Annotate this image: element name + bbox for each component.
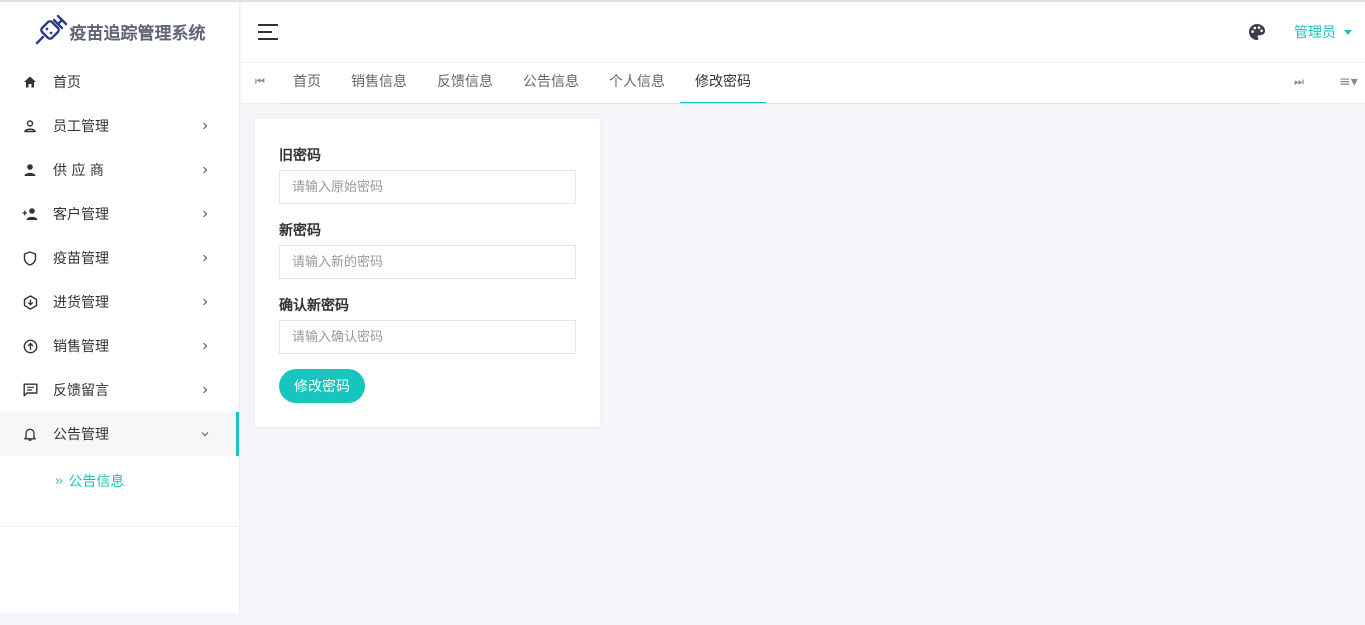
sidebar-item-label: 销售管理 (53, 339, 109, 355)
new-password-input[interactable] (279, 245, 576, 279)
person-icon (22, 162, 38, 178)
sidebar-footer (0, 613, 240, 625)
syringe-logo-icon (35, 14, 67, 45)
bell-icon (22, 426, 38, 442)
sidebar-item-feedback[interactable]: 反馈留言 (0, 368, 239, 412)
sidebar-item-announcements[interactable]: 公告管理 (0, 412, 239, 456)
message-icon (22, 382, 38, 398)
confirm-password-label: 确认新密码 (279, 298, 349, 314)
person-add-icon (22, 206, 38, 222)
sidebar-item-label: 首页 (53, 75, 81, 91)
chevron-right-icon (203, 210, 208, 218)
new-password-label: 新密码 (279, 223, 321, 239)
tab-sales-info[interactable]: 销售信息 (336, 63, 422, 104)
sidebar-item-label: 客户管理 (53, 207, 109, 223)
sidebar-item-home[interactable]: 首页 (0, 60, 239, 104)
tab-feedback-info[interactable]: 反馈信息 (422, 63, 508, 104)
chevron-right-icon (203, 122, 208, 130)
sidebar-item-purchases[interactable]: 进货管理 (0, 280, 239, 324)
tabs-underline (281, 103, 1279, 104)
hamburger-icon[interactable] (258, 24, 278, 40)
sidebar-item-vaccines[interactable]: 疫苗管理 (0, 236, 239, 280)
sidebar-item-employees[interactable]: 员工管理 (0, 104, 239, 148)
change-password-card: 旧密码 新密码 确认新密码 修改密码 (255, 119, 600, 427)
tab-personal-info[interactable]: 个人信息 (594, 63, 680, 104)
sidebar-subitem-announcement-info[interactable]: ›› 公告信息 (0, 456, 239, 506)
chevron-right-icon (203, 298, 208, 306)
sidebar-menu: 首页 员工管理 供 应 商 客户管理 疫苗管理 进货管理 销售管理 反馈留言 公… (0, 60, 239, 506)
app-title: 疫苗追踪管理系统 (69, 23, 206, 44)
user-dropdown[interactable]: 管理员 (1294, 22, 1352, 42)
chevron-right-icon (203, 386, 208, 394)
confirm-password-input[interactable] (279, 320, 576, 354)
page-tabs: ⏮ 首页 销售信息 反馈信息 公告信息 个人信息 修改密码 ⏭ ≡▾ (241, 62, 1365, 104)
upload-circle-icon (22, 338, 38, 354)
sidebar-item-label: 供 应 商 (53, 163, 104, 179)
sidebar-subitem-label: 公告信息 (68, 474, 125, 490)
sidebar-item-label: 反馈留言 (53, 383, 109, 399)
tabs-prev-icon[interactable]: ⏮ (255, 75, 265, 89)
old-password-input[interactable] (279, 170, 576, 204)
sidebar-item-customers[interactable]: 客户管理 (0, 192, 239, 236)
sidebar-item-label: 进货管理 (53, 295, 109, 311)
person-outline-icon (22, 118, 38, 134)
palette-icon[interactable] (1248, 23, 1266, 41)
top-header: 管理员 (241, 2, 1365, 62)
tabs-next-icon[interactable]: ⏭ (1294, 75, 1304, 89)
chevron-right-icon (203, 254, 208, 262)
chevron-down-icon (201, 432, 209, 437)
old-password-label: 旧密码 (279, 148, 321, 164)
sidebar-item-label: 公告管理 (53, 427, 109, 443)
sidebar-item-sales[interactable]: 销售管理 (0, 324, 239, 368)
chevron-right-icon (203, 342, 208, 350)
app-logo[interactable]: 疫苗追踪管理系统 (0, 2, 239, 60)
tab-change-password[interactable]: 修改密码 (680, 63, 766, 104)
tab-announcement-info[interactable]: 公告信息 (508, 63, 594, 104)
caret-down-icon (1344, 29, 1352, 35)
double-chevron-right-icon: ›› (55, 473, 64, 489)
download-box-icon (22, 294, 38, 310)
home-icon (22, 74, 38, 90)
sidebar-divider (0, 526, 240, 527)
sidebar-item-label: 员工管理 (53, 119, 109, 135)
user-name: 管理员 (1294, 25, 1336, 41)
chevron-right-icon (203, 166, 208, 174)
sidebar-item-suppliers[interactable]: 供 应 商 (0, 148, 239, 192)
tab-home[interactable]: 首页 (278, 63, 336, 104)
sidebar-item-label: 疫苗管理 (53, 251, 109, 267)
tab-list: 首页 销售信息 反馈信息 公告信息 个人信息 修改密码 (278, 63, 766, 105)
shield-icon (22, 250, 38, 266)
change-password-button[interactable]: 修改密码 (279, 369, 365, 403)
tabs-menu-icon[interactable]: ≡▾ (1339, 74, 1358, 90)
sidebar: 疫苗追踪管理系统 首页 员工管理 供 应 商 客户管理 疫苗管理 进货管理 销售… (0, 2, 240, 625)
